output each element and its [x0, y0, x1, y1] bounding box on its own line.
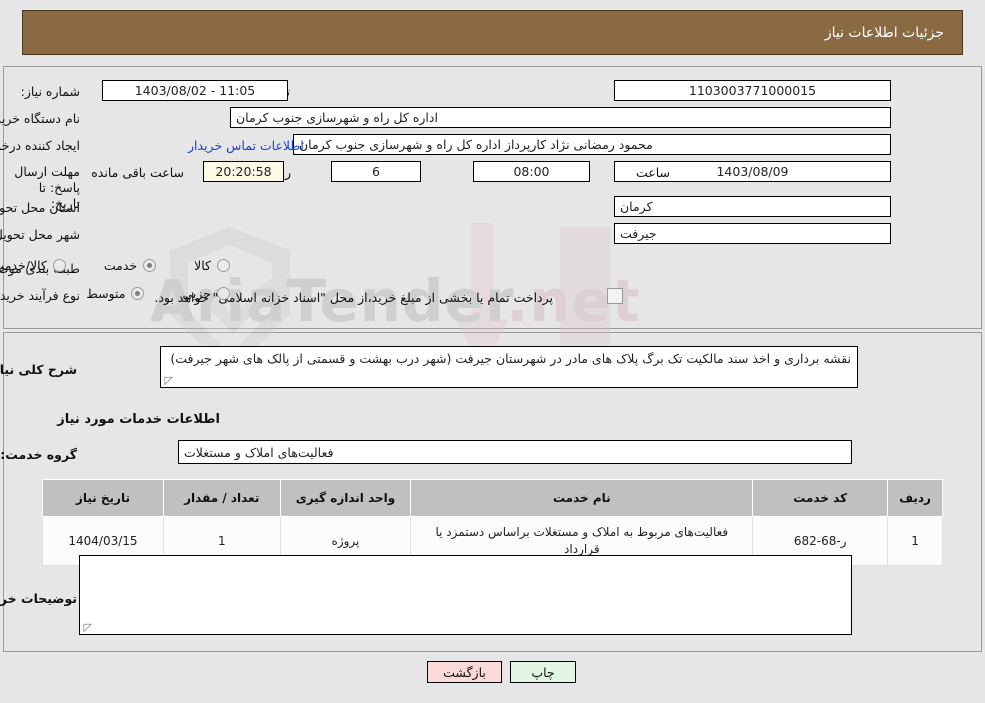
category-radio-2[interactable] [52, 259, 66, 272]
service-group-value: فعالیت‌های املاک و مستغلات [178, 440, 852, 464]
page-header: جزئیات اطلاعات نیاز [22, 10, 963, 55]
buyer-contact-link[interactable]: اطلاعات تماس خریدار [188, 138, 304, 153]
city-label: شهر محل تحویل: [0, 227, 80, 242]
process-radio-1[interactable] [131, 287, 145, 300]
process-radio-0[interactable] [217, 287, 230, 300]
th-unit: واحد اندازه گیری [279, 479, 412, 517]
remaining-days-value: 6 [331, 161, 421, 182]
process-radio-group[interactable]: جزیی متوسط [86, 286, 230, 301]
need-number-value: 1103003771000015 [614, 80, 891, 101]
resize-grip-icon[interactable]: ◸ [163, 375, 173, 386]
buyer-org-label: نام دستگاه خریدار: [0, 111, 80, 126]
th-code: کد خدمت [752, 479, 889, 517]
category-radio-label-2: کالا/خدمت [0, 258, 47, 273]
remaining-suffix-label: ساعت باقی مانده [91, 165, 184, 180]
city-value: جیرفت [614, 223, 891, 244]
description-textarea[interactable]: نقشه برداری و اخذ سند مالکیت تک برگ پلاک… [160, 346, 858, 388]
category-radio-group[interactable]: کالا خدمت کالا/خدمت [0, 258, 230, 273]
deadline-time-label: ساعت [635, 165, 670, 180]
table-header-row: ردیف کد خدمت نام خدمت واحد اندازه گیری ت… [42, 479, 943, 517]
announce-datetime-value: 1403/08/02 - 11:05 [102, 80, 288, 101]
page-title: جزئیات اطلاعات نیاز [824, 24, 944, 41]
th-radif: ردیف [887, 479, 943, 517]
th-date: تاریخ نیاز [42, 479, 164, 517]
service-group-label: گروه خدمت: [0, 447, 77, 462]
process-radio-label-0: جزیی [182, 286, 211, 301]
description-label: شرح کلی نیاز: [0, 362, 77, 377]
province-value: کرمان [614, 196, 891, 217]
creator-value: محمود رمضانی نژاد کارپرداز اداره کل راه … [293, 134, 891, 155]
description-value: نقشه برداری و اخذ سند مالکیت تک برگ پلاک… [170, 351, 851, 366]
province-label: استان محل تحویل: [0, 200, 80, 215]
buyer-notes-label: توضیحات خریدار: [0, 591, 77, 606]
resize-grip-icon-2[interactable]: ◸ [82, 622, 92, 633]
process-radio-label-1: متوسط [86, 286, 126, 301]
category-radio-1[interactable] [143, 259, 157, 272]
print-button[interactable]: چاپ [510, 661, 576, 683]
category-radio-label-1: خدمت [103, 258, 138, 273]
treasury-checkbox[interactable] [607, 288, 623, 304]
services-table: ردیف کد خدمت نام خدمت واحد اندازه گیری ت… [42, 479, 943, 566]
page-root: AriaTender.net جزئیات اطلاعات نیاز شماره… [0, 0, 985, 703]
buyer-notes-textarea[interactable]: ◸ [79, 555, 852, 635]
back-button[interactable]: بازگشت [427, 661, 502, 683]
cell-radif: 1 [887, 516, 943, 566]
creator-label: ایجاد کننده درخواست: [0, 138, 80, 153]
deadline-time-value: 08:00 [473, 161, 590, 182]
th-qty: تعداد / مقدار [162, 479, 281, 517]
th-name: نام خدمت [410, 479, 754, 517]
services-section-title: اطلاعات خدمات مورد نیاز [57, 412, 220, 427]
buyer-org-value: اداره کل راه و شهرسازی جنوب کرمان [230, 107, 891, 128]
category-radio-0[interactable] [217, 259, 230, 272]
need-number-label: شماره نیاز: [20, 84, 80, 99]
remaining-clock-value: 20:20:58 [203, 161, 284, 182]
process-label: نوع فرآیند خرید : [0, 288, 80, 303]
category-radio-label-0: کالا [194, 258, 211, 273]
